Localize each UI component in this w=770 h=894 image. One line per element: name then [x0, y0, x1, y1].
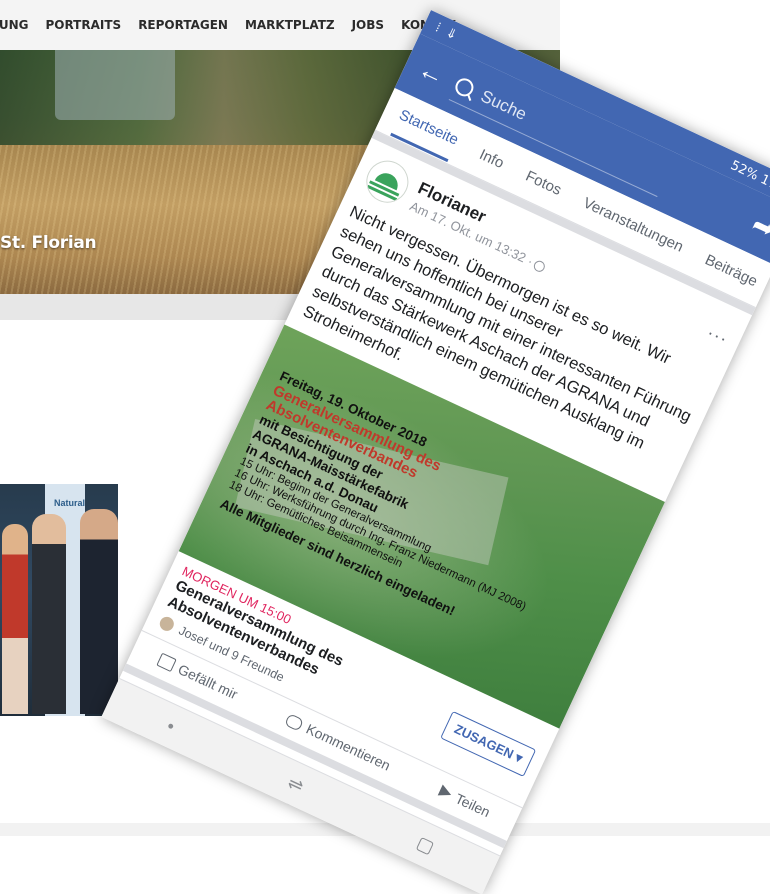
share-icon	[437, 784, 454, 801]
nav-item-marktplatz[interactable]: MARKTPLATZ	[245, 18, 335, 32]
nav-dot-icon[interactable]: •	[163, 715, 178, 737]
tab-info[interactable]: Info	[472, 135, 512, 183]
join-button[interactable]: ZUSAGEN ▾	[440, 710, 537, 777]
avatar	[156, 613, 178, 635]
photo-person-2	[32, 514, 66, 714]
nav-item-reportagen[interactable]: REPORTAGEN	[138, 18, 228, 32]
nav-item-portraits[interactable]: PORTRAITS	[45, 18, 121, 32]
share-arrow-icon[interactable]: ➦	[743, 206, 770, 247]
page-logo-icon[interactable]	[359, 153, 416, 210]
recent-apps-icon[interactable]: ⇌	[284, 772, 307, 797]
nav-item-jobs[interactable]: JOBS	[352, 18, 384, 32]
award-photo[interactable]: Natural	[0, 484, 118, 716]
globe-icon	[532, 258, 548, 274]
more-options-icon[interactable]: ···	[704, 322, 731, 350]
photo-person-3	[80, 509, 118, 714]
photo-person-1	[2, 524, 28, 714]
comment-icon	[284, 712, 305, 732]
back-arrow-icon[interactable]: ←	[412, 52, 452, 93]
hero-title: St. Florian	[0, 233, 97, 253]
share-label: Teilen	[452, 790, 493, 821]
thumbs-up-icon	[156, 652, 177, 672]
nav-item-zeitung[interactable]: EITUNG	[0, 18, 28, 32]
photo-banner-text: Natural	[54, 498, 86, 508]
search-icon	[452, 74, 477, 99]
hero-house	[55, 50, 175, 120]
